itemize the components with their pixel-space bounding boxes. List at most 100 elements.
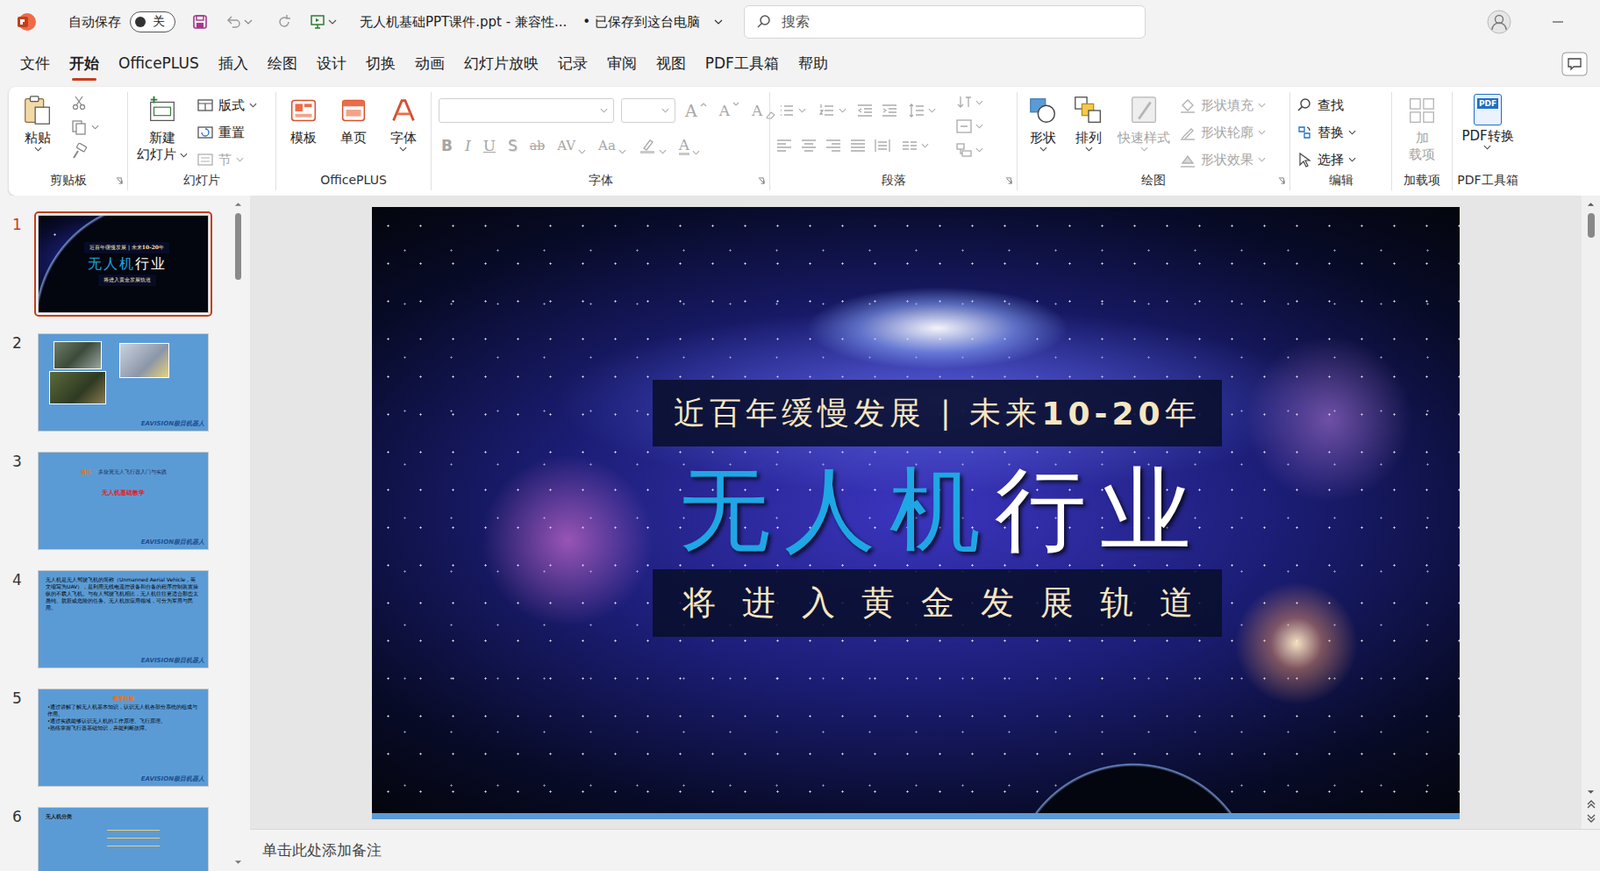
slide-scrollbar[interactable] bbox=[1581, 195, 1600, 829]
font-size-select[interactable] bbox=[621, 98, 676, 123]
paste-dropdown-icon[interactable] bbox=[34, 146, 43, 152]
format-button[interactable]: S bbox=[505, 136, 521, 155]
align-right-icon[interactable] bbox=[824, 136, 843, 155]
numbering-button[interactable] bbox=[815, 101, 850, 120]
ribbon-tab[interactable]: 设计 bbox=[307, 48, 357, 81]
officeplus-button[interactable]: 字体 bbox=[383, 92, 424, 154]
smartart-button[interactable] bbox=[952, 141, 986, 159]
slide-thumbnail[interactable]: 无人机分类 bbox=[34, 803, 213, 871]
ribbon-tab[interactable]: 帮助 bbox=[788, 48, 838, 81]
copy-dropdown-icon[interactable] bbox=[91, 124, 100, 130]
bullets-button[interactable] bbox=[775, 101, 809, 120]
slide-thumbnail-row[interactable]: 3项目一多旋翼无人飞行器入门与实践无人机基础教学EAVISION极目机器人 bbox=[0, 453, 250, 572]
notes-pane[interactable]: 单击此处添加备注 bbox=[250, 828, 1600, 871]
dialog-launcher-icon[interactable] bbox=[1278, 177, 1286, 186]
redo-icon[interactable] bbox=[275, 13, 293, 31]
font-name-select[interactable] bbox=[438, 98, 615, 123]
justify-icon[interactable] bbox=[849, 136, 867, 155]
slide-thumbnail[interactable]: 近百年缓慢发展 | 未来10-20年无人机行业将进入黄金发展轨道 bbox=[34, 211, 213, 317]
shape-format-button[interactable]: 形状效果 bbox=[1178, 150, 1266, 170]
minimize-icon[interactable] bbox=[1550, 14, 1565, 29]
format-button[interactable]: AV bbox=[554, 136, 589, 155]
shrink-font-button[interactable]: A bbox=[716, 101, 743, 120]
slide-thumbnail[interactable]: EAVISION极目机器人 bbox=[34, 329, 213, 436]
undo-icon[interactable] bbox=[224, 13, 243, 31]
clear-format-button[interactable]: A bbox=[749, 101, 779, 120]
autosave-toggle[interactable]: 关 bbox=[129, 11, 176, 33]
ribbon-tab[interactable]: 审阅 bbox=[597, 48, 647, 81]
scroll-down-icon[interactable] bbox=[234, 859, 243, 865]
decrease-indent-icon[interactable] bbox=[856, 101, 874, 120]
ribbon-tab[interactable]: PDF工具箱 bbox=[695, 48, 789, 81]
ribbon-tab[interactable]: 动画 bbox=[405, 48, 455, 81]
editing-button[interactable]: 查找 bbox=[1295, 95, 1357, 115]
paste-button[interactable]: 粘贴 bbox=[17, 92, 58, 154]
editing-button[interactable]: 选择 bbox=[1295, 150, 1357, 170]
format-button[interactable]: I bbox=[462, 136, 474, 155]
slide-thumbnail-row[interactable]: 5教学目标•通过讲解了解无人机基本知识，认识无人机各部分系统的组成与作用。•通过… bbox=[0, 690, 250, 809]
ribbon-tab[interactable]: 切换 bbox=[356, 48, 406, 81]
format-button[interactable]: U bbox=[480, 136, 499, 155]
scroll-down-icon[interactable] bbox=[1586, 789, 1595, 795]
drawing-large-button[interactable]: 排列 bbox=[1068, 92, 1109, 154]
slide-thumbnail[interactable]: 教学目标•通过讲解了解无人机基本知识，认识无人机各部分系统的组成与作用。•通过实… bbox=[34, 685, 213, 791]
dialog-launcher-icon[interactable] bbox=[1005, 177, 1014, 186]
copy-icon[interactable] bbox=[70, 118, 88, 136]
shape-format-button[interactable]: 形状填充 bbox=[1178, 95, 1266, 115]
ribbon-tab[interactable]: 开始 bbox=[59, 48, 109, 81]
highlight-button[interactable] bbox=[635, 136, 670, 155]
slide-thumbnail-row[interactable]: 2EAVISION极目机器人 bbox=[0, 335, 250, 454]
scroll-thumb[interactable] bbox=[235, 213, 242, 280]
grow-font-button[interactable]: A bbox=[682, 101, 710, 120]
format-button[interactable]: ab bbox=[527, 136, 548, 155]
drawing-large-button[interactable]: 形状 bbox=[1022, 92, 1064, 154]
customize-toolbar-icon[interactable] bbox=[328, 19, 337, 25]
thumbnails-scrollbar[interactable] bbox=[231, 195, 244, 871]
slides-small-button[interactable]: 重置 bbox=[196, 122, 258, 143]
addins-button[interactable]: 加载项 bbox=[1401, 92, 1443, 165]
new-slide-button[interactable]: 新建幻灯片 bbox=[133, 92, 192, 165]
slides-small-button[interactable]: 版式 bbox=[196, 95, 258, 115]
scroll-thumb[interactable] bbox=[1587, 213, 1595, 238]
align-text-button[interactable] bbox=[952, 117, 986, 136]
document-title[interactable]: 无人机基础PPT课件.ppt - 兼容性...• 已保存到这台电脑 bbox=[359, 14, 737, 31]
slide-thumbnail-row[interactable]: 1近百年缓慢发展 | 未来10-20年无人机行业将进入黄金发展轨道 bbox=[0, 216, 250, 336]
shape-format-button[interactable]: 形状轮廓 bbox=[1178, 122, 1266, 143]
scroll-up-icon[interactable] bbox=[1586, 201, 1595, 208]
ribbon-tab[interactable]: 视图 bbox=[646, 48, 696, 81]
comments-icon[interactable] bbox=[1561, 51, 1588, 77]
align-left-icon[interactable] bbox=[775, 136, 793, 155]
slide-title[interactable]: 无人机行业 bbox=[661, 457, 1223, 562]
save-icon[interactable] bbox=[191, 13, 209, 31]
drawing-large-button[interactable]: 快速样式 bbox=[1114, 92, 1174, 154]
ribbon-tab[interactable]: 插入 bbox=[208, 48, 258, 81]
columns-button[interactable] bbox=[898, 136, 932, 155]
ribbon-tab[interactable]: 文件 bbox=[10, 48, 60, 81]
align-center-icon[interactable] bbox=[800, 136, 818, 155]
undo-dropdown-icon[interactable] bbox=[243, 19, 253, 25]
format-painter-icon[interactable] bbox=[70, 142, 88, 161]
line-spacing-button[interactable] bbox=[905, 101, 939, 120]
officeplus-button[interactable]: 模板 bbox=[283, 92, 324, 149]
new-slide-dropdown-icon[interactable] bbox=[179, 152, 188, 158]
cut-icon[interactable] bbox=[70, 93, 88, 112]
text-direction-button[interactable] bbox=[952, 93, 986, 112]
pdf-convert-button[interactable]: PDFPDF转换 bbox=[1457, 92, 1517, 152]
ribbon-tab[interactable]: OfficePLUS bbox=[108, 49, 209, 79]
slide-thumbnail-row[interactable]: 4无人机是无人驾驶飞机的简称（Unmanned Aerial Vehicle，英… bbox=[0, 571, 250, 691]
slide-thumbnail-row[interactable]: 6无人机分类 bbox=[0, 808, 250, 871]
editing-button[interactable]: 替换 bbox=[1295, 122, 1357, 143]
dialog-launcher-icon[interactable] bbox=[115, 177, 124, 186]
account-icon[interactable] bbox=[1486, 9, 1512, 35]
search-box[interactable]: 搜索 bbox=[743, 5, 1146, 39]
dialog-launcher-icon[interactable] bbox=[757, 177, 766, 186]
next-slide-icon[interactable] bbox=[1586, 814, 1596, 823]
officeplus-button[interactable]: 单页 bbox=[333, 92, 374, 149]
ribbon-tab[interactable]: 记录 bbox=[548, 48, 598, 81]
increase-indent-icon[interactable] bbox=[880, 101, 899, 120]
current-slide[interactable]: 近百年缓慢发展 | 未来10-20年无人机行业将进入黄金发展轨道 bbox=[371, 207, 1460, 820]
title-dropdown-icon[interactable] bbox=[714, 19, 723, 25]
previous-slide-icon[interactable] bbox=[1586, 800, 1596, 809]
ribbon-tab[interactable]: 幻灯片放映 bbox=[454, 48, 549, 81]
format-button[interactable]: B bbox=[438, 136, 456, 155]
